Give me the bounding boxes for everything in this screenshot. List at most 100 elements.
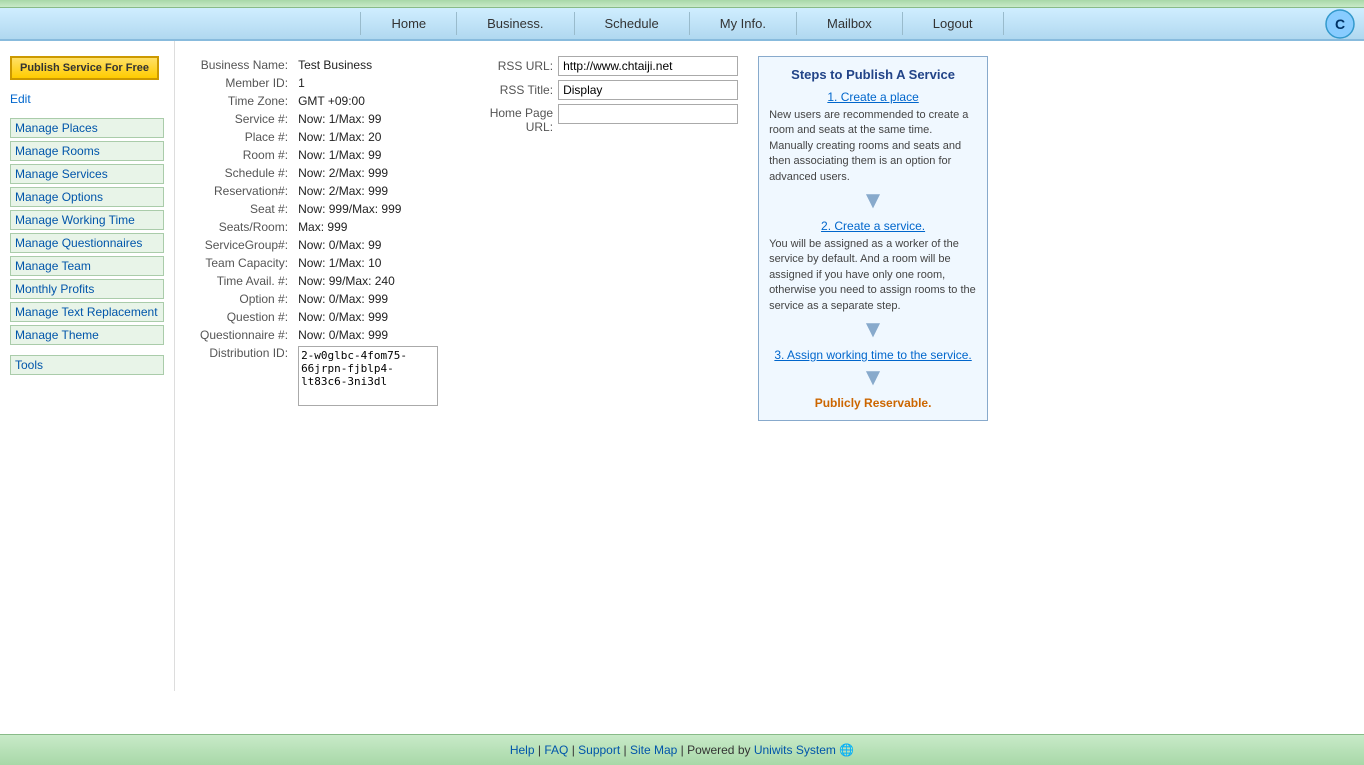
- footer-support[interactable]: Support: [578, 743, 620, 757]
- business-info-table: Business Name: Test Business Member ID: …: [195, 56, 443, 411]
- nav-bar: Home Business. Schedule My Info. Mailbox…: [0, 8, 1364, 41]
- table-row: Member ID: 1: [195, 74, 443, 92]
- footer-help[interactable]: Help: [510, 743, 535, 757]
- field-label: Member ID:: [195, 74, 293, 92]
- footer-sitemap[interactable]: Site Map: [630, 743, 677, 757]
- home-page-url-input[interactable]: [558, 104, 738, 124]
- table-row: Schedule #: Now: 2/Max: 999: [195, 164, 443, 182]
- sidebar-item-manage-options[interactable]: Manage Options: [10, 187, 164, 207]
- field-value: Test Business: [293, 56, 443, 74]
- table-row: ServiceGroup#: Now: 0/Max: 99: [195, 236, 443, 254]
- content-area: Business Name: Test Business Member ID: …: [175, 41, 1364, 691]
- footer-company[interactable]: Uniwits System: [754, 743, 836, 757]
- nav-myinfo[interactable]: My Info.: [690, 12, 797, 35]
- main-nav: Home Business. Schedule My Info. Mailbox…: [0, 12, 1364, 35]
- rss-url-input[interactable]: [558, 56, 738, 76]
- edit-link[interactable]: Edit: [10, 92, 164, 106]
- field-value: 1: [293, 74, 443, 92]
- nav-business[interactable]: Business.: [457, 12, 574, 35]
- field-value: Now: 1/Max: 20: [293, 128, 443, 146]
- steps-panel: Steps to Publish A Service 1. Create a p…: [758, 56, 988, 421]
- rss-url-label: RSS URL:: [463, 59, 553, 73]
- home-page-url-row: Home Page URL:: [463, 104, 738, 134]
- sidebar-item-manage-questionnaires[interactable]: Manage Questionnaires: [10, 233, 164, 253]
- field-value: Now: 1/Max: 99: [293, 146, 443, 164]
- field-label: Schedule #:: [195, 164, 293, 182]
- table-row: Room #: Now: 1/Max: 99: [195, 146, 443, 164]
- field-label: Team Capacity:: [195, 254, 293, 272]
- top-bar: [0, 0, 1364, 8]
- table-row: Questionnaire #: Now: 0/Max: 999: [195, 326, 443, 344]
- svg-text:C: C: [1335, 16, 1345, 32]
- step3-title[interactable]: 3. Assign working time to the service.: [769, 348, 977, 362]
- field-label: Room #:: [195, 146, 293, 164]
- sidebar-item-manage-team[interactable]: Manage Team: [10, 256, 164, 276]
- sidebar-item-monthly-profits[interactable]: Monthly Profits: [10, 279, 164, 299]
- publish-service-btn[interactable]: Publish Service For Free: [10, 56, 159, 80]
- field-value: Now: 999/Max: 999: [293, 200, 443, 218]
- step2-desc: You will be assigned as a worker of the …: [769, 237, 977, 314]
- nav-logout[interactable]: Logout: [903, 12, 1004, 35]
- nav-schedule[interactable]: Schedule: [575, 12, 690, 35]
- distribution-id-field[interactable]: [298, 346, 438, 406]
- sidebar-item-manage-places[interactable]: Manage Places: [10, 118, 164, 138]
- field-value: GMT +09:00: [293, 92, 443, 110]
- table-row: Distribution ID:: [195, 344, 443, 411]
- table-row: Seat #: Now: 999/Max: 999: [195, 200, 443, 218]
- nav-home[interactable]: Home: [360, 12, 457, 35]
- footer-faq[interactable]: FAQ: [544, 743, 568, 757]
- field-label: ServiceGroup#:: [195, 236, 293, 254]
- tools-link[interactable]: Tools: [10, 355, 164, 375]
- field-label: Business Name:: [195, 56, 293, 74]
- rss-section: RSS URL: RSS Title: Home Page URL:: [463, 56, 738, 138]
- field-label: Service #:: [195, 110, 293, 128]
- rss-title-row: RSS Title:: [463, 80, 738, 100]
- main-layout: Publish Service For Free Edit Manage Pla…: [0, 41, 1364, 691]
- table-row: Business Name: Test Business: [195, 56, 443, 74]
- home-page-url-label: Home Page URL:: [463, 104, 553, 134]
- table-row: Time Avail. #: Now: 99/Max: 240: [195, 272, 443, 290]
- step2-title[interactable]: 2. Create a service.: [769, 219, 977, 233]
- field-value: Now: 1/Max: 99: [293, 110, 443, 128]
- nav-mailbox[interactable]: Mailbox: [797, 12, 903, 35]
- sidebar-item-manage-services[interactable]: Manage Services: [10, 164, 164, 184]
- field-value: Max: 999: [293, 218, 443, 236]
- arrow-down-1: ▼: [769, 189, 977, 213]
- step1-title[interactable]: 1. Create a place: [769, 90, 977, 104]
- field-value: Now: 0/Max: 999: [293, 290, 443, 308]
- field-label: Reservation#:: [195, 182, 293, 200]
- field-value: Now: 0/Max: 99: [293, 236, 443, 254]
- table-row: Seats/Room: Max: 999: [195, 218, 443, 236]
- step1-desc: New users are recommended to create a ro…: [769, 108, 977, 185]
- table-row: Question #: Now: 0/Max: 999: [195, 308, 443, 326]
- sidebar-item-manage-text-replacement[interactable]: Manage Text Replacement: [10, 302, 164, 322]
- footer-powered-by: | Powered by: [681, 743, 751, 757]
- rss-title-label: RSS Title:: [463, 83, 553, 97]
- field-value: Now: 0/Max: 999: [293, 326, 443, 344]
- field-label: Time Zone:: [195, 92, 293, 110]
- field-value: Now: 1/Max: 10: [293, 254, 443, 272]
- field-value: Now: 2/Max: 999: [293, 164, 443, 182]
- footer-globe-icon: 🌐: [839, 743, 854, 757]
- table-row: Team Capacity: Now: 1/Max: 10: [195, 254, 443, 272]
- field-value: Now: 99/Max: 240: [293, 272, 443, 290]
- field-label: Question #:: [195, 308, 293, 326]
- field-value: [293, 344, 443, 411]
- rss-url-row: RSS URL:: [463, 56, 738, 76]
- table-row: Reservation#: Now: 2/Max: 999: [195, 182, 443, 200]
- table-row: Time Zone: GMT +09:00: [195, 92, 443, 110]
- sidebar-item-manage-working-time[interactable]: Manage Working Time: [10, 210, 164, 230]
- rss-title-input[interactable]: [558, 80, 738, 100]
- sidebar-item-manage-theme[interactable]: Manage Theme: [10, 325, 164, 345]
- arrow-down-3: ▼: [769, 366, 977, 390]
- field-label: Questionnaire #:: [195, 326, 293, 344]
- field-label: Distribution ID:: [195, 344, 293, 411]
- table-row: Place #: Now: 1/Max: 20: [195, 128, 443, 146]
- steps-final: Publicly Reservable.: [769, 396, 977, 410]
- arrow-down-2: ▼: [769, 318, 977, 342]
- upper-content: Business Name: Test Business Member ID: …: [195, 56, 1344, 421]
- sidebar-item-manage-rooms[interactable]: Manage Rooms: [10, 141, 164, 161]
- field-value: Now: 0/Max: 999: [293, 308, 443, 326]
- table-row: Option #: Now: 0/Max: 999: [195, 290, 443, 308]
- field-label: Time Avail. #:: [195, 272, 293, 290]
